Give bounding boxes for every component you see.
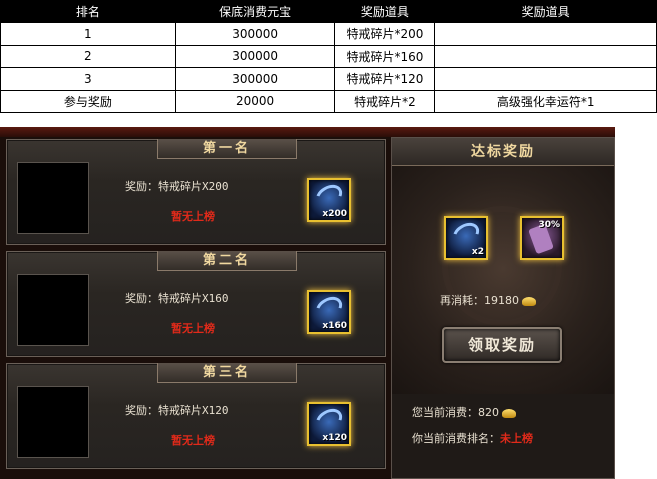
- table-row: 参与奖励 20000 特戒碎片*2 高级强化幸运符*1: [0, 89, 657, 113]
- cost-value: 19180: [484, 294, 519, 307]
- table-cell: [434, 44, 657, 68]
- item-quantity: x200: [322, 209, 347, 219]
- shard-shape: [311, 404, 347, 436]
- reward-line: 奖励：特戒碎片X200: [125, 178, 229, 194]
- panel-title: 达标奖励: [392, 138, 614, 166]
- shard-shape: [448, 218, 484, 250]
- avatar: [17, 162, 89, 234]
- ring-shard-icon[interactable]: x120: [307, 402, 351, 446]
- table-cell: 特戒碎片*160: [334, 44, 436, 68]
- table-cell: 特戒碎片*120: [334, 67, 436, 91]
- rank-title: 第三名: [157, 363, 297, 383]
- my-spend-value: 820: [478, 406, 499, 419]
- table-cell: 3: [0, 67, 176, 91]
- shard-shape: [311, 180, 347, 212]
- my-spend-label: 您当前消费：: [412, 406, 478, 419]
- table-cell: 1: [0, 22, 176, 46]
- top-ornament: [0, 127, 615, 137]
- column-header-rank: 排名: [0, 0, 176, 23]
- status-text: 暂无上榜: [171, 210, 215, 223]
- table-cell: 20000: [174, 89, 336, 113]
- gold-ingot-icon: [522, 296, 536, 306]
- rank-card-3: 第三名 奖励：特戒碎片X120 暂无上榜 x120: [6, 363, 386, 469]
- remaining-cost: 再消耗：19180: [440, 292, 536, 308]
- my-rank-value: 未上榜: [500, 432, 533, 445]
- item-percent: 30%: [538, 220, 560, 230]
- cost-label: 再消耗：: [440, 294, 484, 307]
- status-text: 暂无上榜: [171, 434, 215, 447]
- rank-title: 第二名: [157, 251, 297, 271]
- table-cell: 2: [0, 44, 176, 68]
- table-cell: 参与奖励: [0, 89, 176, 113]
- table-cell: [434, 67, 657, 91]
- avatar: [17, 386, 89, 458]
- column-header-reward-2: 奖励道具: [434, 0, 657, 23]
- my-rank: 你当前消费排名：未上榜: [412, 430, 533, 446]
- claim-reward-button[interactable]: 领取奖励: [442, 327, 562, 363]
- item-quantity: x160: [322, 321, 347, 331]
- table-cell: 300000: [174, 67, 336, 91]
- table-cell: 特戒碎片*200: [334, 22, 436, 46]
- reward-line: 奖励：特戒碎片X160: [125, 290, 229, 306]
- column-header-min-spend: 保底消费元宝: [174, 0, 336, 23]
- rank-card-2: 第二名 奖励：特戒碎片X160 暂无上榜 x160: [6, 251, 386, 357]
- table-cell: 特戒碎片*2: [334, 89, 436, 113]
- table-cell: 300000: [174, 44, 336, 68]
- table-header-row: 排名 保底消费元宝 奖励道具 奖励道具: [0, 0, 657, 23]
- my-spend: 您当前消费：820: [412, 404, 516, 420]
- reward-label: 奖励：: [125, 404, 158, 417]
- rank-card-1: 第一名 奖励：特戒碎片X200 暂无上榜 x200: [6, 139, 386, 245]
- rank-title: 第一名: [157, 139, 297, 159]
- reward-line: 奖励：特戒碎片X120: [125, 402, 229, 418]
- reward-value: 特戒碎片X120: [158, 404, 229, 417]
- reward-label: 奖励：: [125, 292, 158, 305]
- gold-ingot-icon: [502, 408, 516, 418]
- column-header-reward: 奖励道具: [334, 0, 436, 23]
- status-text: 暂无上榜: [171, 322, 215, 335]
- table-cell: [434, 22, 657, 46]
- threshold-reward-panel: 达标奖励 x2 30% 再消耗：19180 领取奖励 您当前消费：820 你当前…: [391, 137, 615, 479]
- table-cell: 300000: [174, 22, 336, 46]
- ring-shard-icon[interactable]: x2: [444, 216, 488, 260]
- reward-value: 特戒碎片X160: [158, 292, 229, 305]
- my-rank-label: 你当前消费排名：: [412, 432, 500, 445]
- reward-table: 排名 保底消费元宝 奖励道具 奖励道具 1 300000 特戒碎片*200 2 …: [0, 0, 657, 113]
- item-quantity: x120: [322, 433, 347, 443]
- table-row: 1 300000 特戒碎片*200: [0, 22, 657, 46]
- avatar: [17, 274, 89, 346]
- table-row: 2 300000 特戒碎片*160: [0, 44, 657, 68]
- luck-charm-icon[interactable]: 30%: [520, 216, 564, 260]
- item-quantity: x2: [471, 247, 484, 257]
- reward-label: 奖励：: [125, 180, 158, 193]
- shard-shape: [311, 292, 347, 324]
- ranking-panel: 第一名 奖励：特戒碎片X200 暂无上榜 x200 第二名 奖励：特戒碎片X16…: [0, 127, 615, 479]
- table-row: 3 300000 特戒碎片*120: [0, 67, 657, 91]
- ring-shard-icon[interactable]: x160: [307, 290, 351, 334]
- table-cell: 高级强化幸运符*1: [434, 89, 657, 113]
- reward-value: 特戒碎片X200: [158, 180, 229, 193]
- ring-shard-icon[interactable]: x200: [307, 178, 351, 222]
